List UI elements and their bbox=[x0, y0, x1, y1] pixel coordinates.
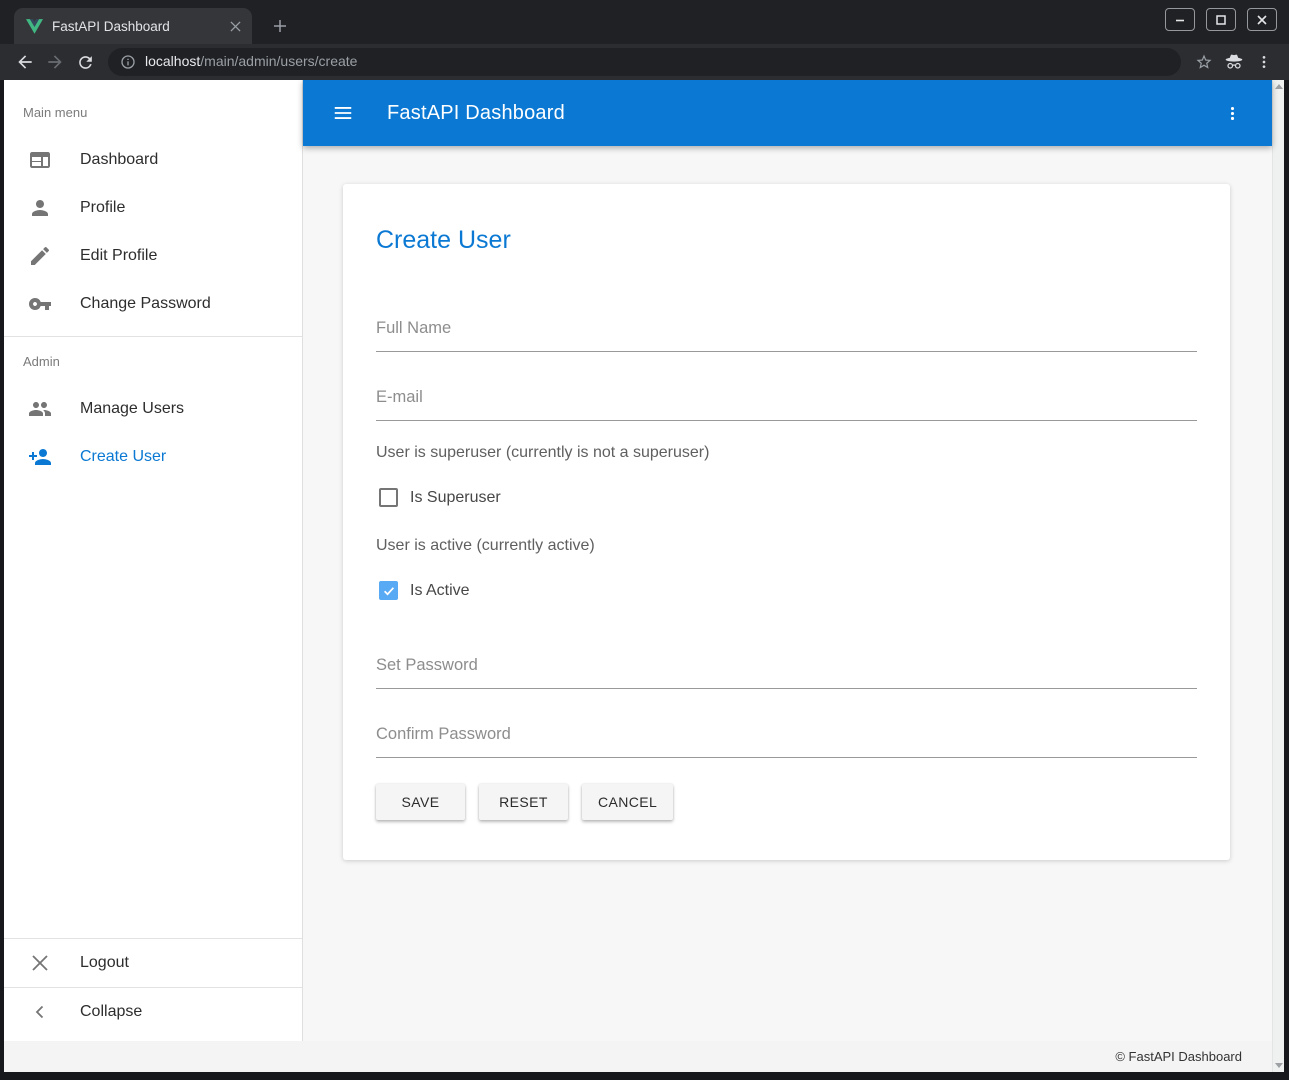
full-name-input[interactable] bbox=[376, 313, 1197, 352]
cancel-button[interactable]: CANCEL bbox=[582, 784, 673, 820]
sidebar-item-collapse[interactable]: Collapse bbox=[4, 988, 302, 1036]
checkbox-label: Is Active bbox=[410, 582, 470, 600]
tab-strip: FastAPI Dashboard bbox=[0, 0, 1289, 44]
set-password-field-wrap bbox=[376, 650, 1197, 689]
superuser-checkbox-row: Is Superuser bbox=[376, 488, 1197, 507]
sidebar-item-edit-profile[interactable]: Edit Profile bbox=[4, 232, 302, 280]
chevron-left-icon bbox=[28, 1000, 52, 1024]
is-active-checkbox[interactable] bbox=[379, 581, 398, 600]
sidebar-item-label: Profile bbox=[80, 199, 125, 217]
close-window-button[interactable] bbox=[1247, 8, 1277, 31]
new-tab-button[interactable] bbox=[266, 12, 294, 40]
people-icon bbox=[28, 397, 52, 421]
sidebar-bottom: Logout Collapse bbox=[4, 938, 302, 1041]
url-text: localhost/main/admin/users/create bbox=[145, 53, 357, 71]
full-name-field-wrap bbox=[376, 313, 1197, 352]
site-info-icon[interactable] bbox=[120, 54, 136, 70]
sidebar-item-label: Logout bbox=[80, 954, 129, 972]
sidebar-item-change-password[interactable]: Change Password bbox=[4, 280, 302, 328]
main-area: FastAPI Dashboard Create User bbox=[303, 80, 1272, 1041]
sidebar-item-label: Collapse bbox=[80, 1003, 142, 1021]
page-viewport: Main menu Dashboard Profile bbox=[4, 80, 1284, 1072]
sidebar-item-label: Dashboard bbox=[80, 151, 158, 169]
checkbox-label: Is Superuser bbox=[410, 489, 501, 507]
browser-menu-icon[interactable] bbox=[1249, 47, 1279, 77]
sidebar-section-label: Admin bbox=[4, 337, 302, 385]
maximize-button[interactable] bbox=[1206, 8, 1236, 31]
forward-icon[interactable] bbox=[40, 47, 70, 77]
dashboard-icon bbox=[28, 148, 52, 172]
copyright-text: © FastAPI Dashboard bbox=[1115, 1049, 1242, 1064]
reset-button[interactable]: RESET bbox=[479, 784, 568, 820]
page-title: Create User bbox=[376, 226, 1197, 255]
sidebar-item-label: Edit Profile bbox=[80, 247, 157, 265]
page-scrollbar[interactable] bbox=[1272, 80, 1284, 1072]
window-controls bbox=[1165, 8, 1277, 31]
page-content: Create User User is superuser (currently… bbox=[303, 146, 1272, 1041]
form-buttons: SAVE RESET CANCEL bbox=[376, 784, 1197, 820]
sidebar: Main menu Dashboard Profile bbox=[4, 80, 303, 1041]
is-superuser-checkbox[interactable] bbox=[379, 488, 398, 507]
superuser-hint: User is superuser (currently is not a su… bbox=[376, 444, 1197, 462]
sidebar-item-label: Change Password bbox=[80, 295, 211, 313]
active-checkbox-row: Is Active bbox=[376, 581, 1197, 600]
incognito-icon bbox=[1219, 47, 1249, 77]
email-input[interactable] bbox=[376, 382, 1197, 421]
address-bar[interactable]: localhost/main/admin/users/create bbox=[108, 48, 1181, 76]
sidebar-section-label: Main menu bbox=[4, 88, 302, 136]
pencil-icon bbox=[28, 244, 52, 268]
sidebar-item-label: Manage Users bbox=[80, 400, 184, 418]
set-password-input[interactable] bbox=[376, 650, 1197, 689]
sidebar-item-logout[interactable]: Logout bbox=[4, 939, 302, 987]
browser-window: FastAPI Dashboard bbox=[0, 0, 1289, 1080]
scroll-up-icon[interactable] bbox=[1275, 84, 1283, 89]
appbar-menu-icon[interactable] bbox=[1214, 95, 1250, 131]
create-user-card: Create User User is superuser (currently… bbox=[343, 184, 1230, 860]
hamburger-menu-icon[interactable] bbox=[325, 95, 361, 131]
close-icon bbox=[28, 951, 52, 975]
sidebar-item-dashboard[interactable]: Dashboard bbox=[4, 136, 302, 184]
page-footer: © FastAPI Dashboard bbox=[4, 1041, 1272, 1072]
tab-title: FastAPI Dashboard bbox=[52, 19, 217, 34]
sidebar-item-create-user[interactable]: Create User bbox=[4, 433, 302, 481]
tab-close-icon[interactable] bbox=[226, 17, 244, 35]
url-host: localhost bbox=[145, 53, 200, 69]
scroll-down-icon[interactable] bbox=[1275, 1063, 1283, 1068]
back-icon[interactable] bbox=[10, 47, 40, 77]
vue-logo-icon bbox=[26, 19, 43, 34]
confirm-password-input[interactable] bbox=[376, 719, 1197, 758]
url-path: /main/admin/users/create bbox=[200, 53, 357, 69]
email-field-wrap bbox=[376, 382, 1197, 421]
browser-toolbar: localhost/main/admin/users/create bbox=[0, 44, 1289, 80]
sidebar-item-manage-users[interactable]: Manage Users bbox=[4, 385, 302, 433]
bookmark-star-icon[interactable] bbox=[1189, 47, 1219, 77]
key-icon bbox=[28, 292, 52, 316]
reload-icon[interactable] bbox=[70, 47, 100, 77]
minimize-button[interactable] bbox=[1165, 8, 1195, 31]
browser-tab[interactable]: FastAPI Dashboard bbox=[14, 8, 252, 44]
person-icon bbox=[28, 196, 52, 220]
app-bar: FastAPI Dashboard bbox=[303, 80, 1272, 146]
confirm-password-field-wrap bbox=[376, 719, 1197, 758]
sidebar-item-profile[interactable]: Profile bbox=[4, 184, 302, 232]
person-add-icon bbox=[28, 445, 52, 469]
active-hint: User is active (currently active) bbox=[376, 537, 1197, 555]
save-button[interactable]: SAVE bbox=[376, 784, 465, 820]
sidebar-item-label: Create User bbox=[80, 448, 166, 466]
appbar-title: FastAPI Dashboard bbox=[387, 102, 565, 125]
